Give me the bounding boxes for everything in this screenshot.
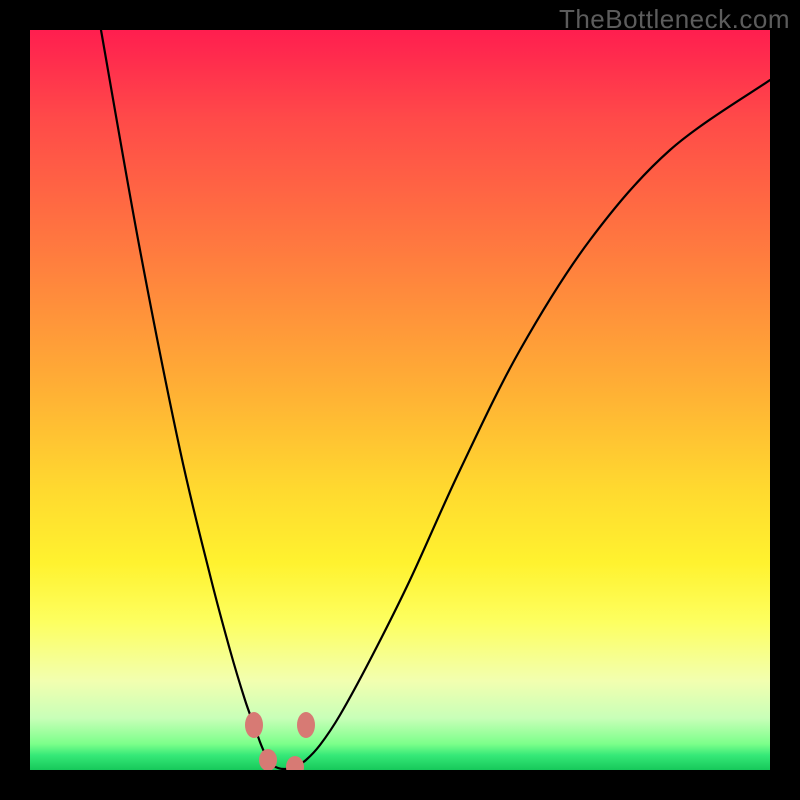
plot-area xyxy=(30,30,770,770)
curve-svg xyxy=(30,30,770,770)
bottleneck-curve xyxy=(101,30,770,769)
curve-bead xyxy=(286,756,304,770)
watermark-text: TheBottleneck.com xyxy=(559,4,790,35)
curve-bead xyxy=(297,712,315,738)
curve-bead xyxy=(259,749,277,770)
curve-bead xyxy=(245,712,263,738)
app-frame: TheBottleneck.com xyxy=(0,0,800,800)
